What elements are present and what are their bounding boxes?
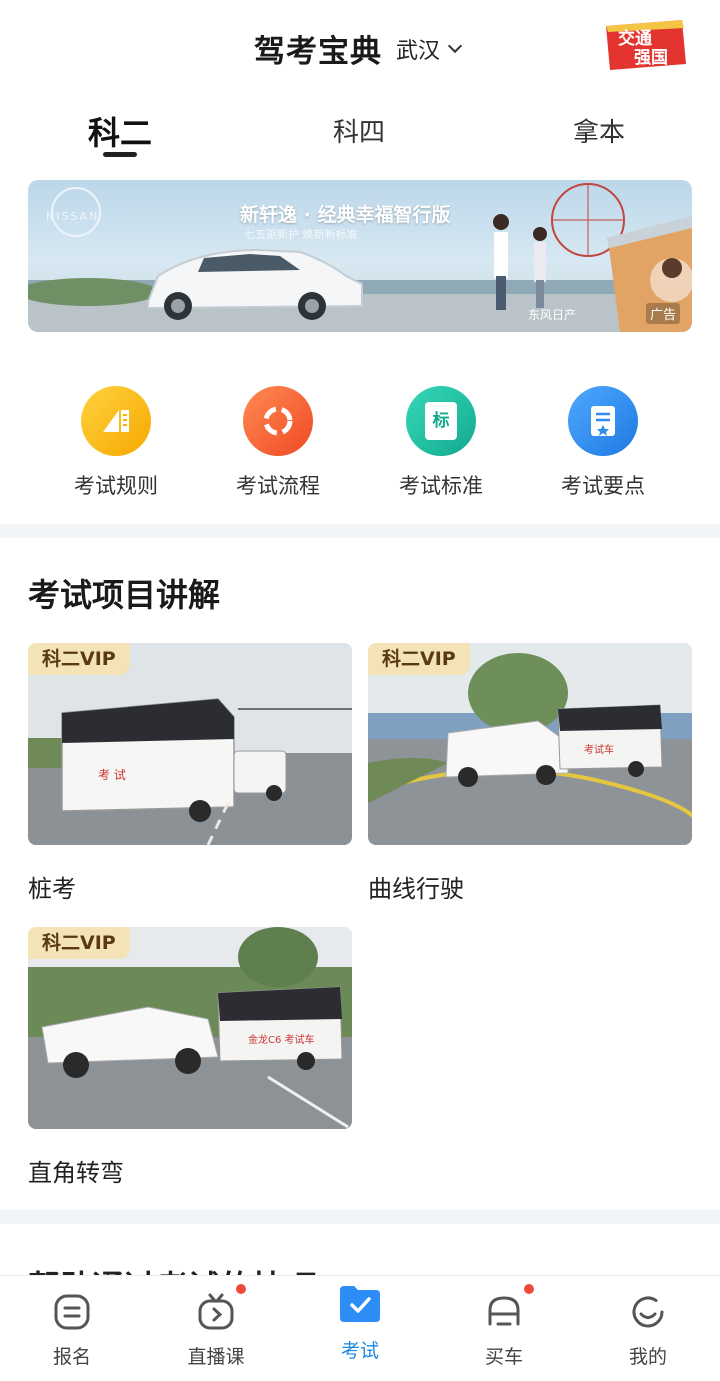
- key-points-icon: [568, 386, 638, 456]
- quick-link-exam-key-points[interactable]: 考试要点: [533, 386, 673, 500]
- tab-ke-er[interactable]: 科二: [88, 108, 152, 154]
- quick-link-label: 考试规则: [74, 474, 158, 498]
- vip-tag: 科二VIP: [368, 643, 470, 675]
- quick-link-label: 考试要点: [561, 474, 645, 498]
- svg-text:考 试: 考 试: [98, 767, 126, 782]
- flag-badge-icon: 交通 强国: [606, 20, 686, 70]
- chevron-down-icon: [447, 38, 463, 54]
- exam-item-label: 桩考: [28, 875, 76, 903]
- section-title: 考试项目讲解: [28, 576, 221, 614]
- quick-link-exam-standard[interactable]: 标 考试标准: [371, 386, 511, 500]
- subject-tabs: 科二 科四 拿本: [0, 104, 720, 164]
- live-tv-icon: [196, 1282, 248, 1332]
- nav-label: 报名: [52, 1346, 91, 1368]
- exam-item-card-curve[interactable]: 考试车 科二VIP 曲线行驶: [368, 643, 692, 904]
- tab-ke-si[interactable]: 科四: [333, 112, 385, 149]
- city-label: 武汉: [396, 39, 441, 64]
- quick-link-exam-rules[interactable]: 考试规则: [46, 386, 186, 500]
- quick-link-label: 考试标准: [399, 474, 483, 498]
- nav-profile[interactable]: 我的: [588, 1276, 708, 1369]
- section-divider: [0, 524, 720, 538]
- city-selector[interactable]: 武汉: [396, 33, 463, 65]
- brand-logo-text: NISSAN: [46, 210, 100, 223]
- exam-item-card-right-angle[interactable]: 金龙C6 考试车 科二VIP 直角转弯: [28, 927, 352, 1188]
- exam-item-image: 考试车 科二VIP: [368, 643, 692, 845]
- svg-text:考试车: 考试车: [584, 743, 614, 756]
- nav-label: 我的: [628, 1346, 667, 1368]
- standard-doc-icon: 标: [406, 386, 476, 456]
- nav-exam[interactable]: 考试: [300, 1276, 420, 1363]
- ad-banner[interactable]: 新轩逸 · 经典幸福智行版 七五驱新护 焕新新标准 NISSAN 东风日产 广告: [28, 180, 692, 332]
- profile-icon: [628, 1292, 668, 1332]
- exam-item-label: 曲线行驶: [368, 875, 464, 903]
- banner-headline: 新轩逸 · 经典幸福智行版: [240, 204, 451, 226]
- svg-text:金龙C6 考试车: 金龙C6 考试车: [248, 1033, 315, 1046]
- ad-label: 广告: [645, 303, 680, 324]
- vip-tag: 科二VIP: [28, 927, 130, 959]
- svg-text:强国: 强国: [634, 48, 668, 68]
- vip-tag: 科二VIP: [28, 643, 130, 675]
- nav-buy-car[interactable]: 买车: [444, 1276, 564, 1369]
- tab-na-ben[interactable]: 拿本: [573, 112, 625, 149]
- exam-item-image: 金龙C6 考试车 科二VIP: [28, 927, 352, 1129]
- nav-live-class[interactable]: 直播课: [156, 1276, 276, 1369]
- top-header: 驾考宝典 武汉 交通 强国: [0, 0, 720, 96]
- quick-link-exam-flow[interactable]: 考试流程: [208, 386, 348, 500]
- notification-dot: [234, 1282, 248, 1296]
- quick-links-row: 考试规则 考试流程 标 考试标准 考试要点: [0, 386, 720, 506]
- nav-label: 直播课: [187, 1346, 245, 1368]
- nav-signup[interactable]: 报名: [12, 1276, 132, 1369]
- nav-label: 考试: [340, 1340, 379, 1362]
- exam-item-label: 直角转弯: [28, 1159, 124, 1187]
- exam-folder-icon: [337, 1280, 383, 1326]
- bottom-nav: 报名 直播课 考试 买车 我的: [0, 1275, 720, 1381]
- car-icon: [484, 1282, 536, 1332]
- dealer-logo-text: 东风日产: [528, 308, 577, 322]
- app-title: 驾考宝典: [254, 34, 382, 70]
- exam-item-image: 考 试 科二VIP: [28, 643, 352, 845]
- section-divider: [0, 1210, 720, 1224]
- ruler-icon: [81, 386, 151, 456]
- flow-icon: [243, 386, 313, 456]
- exam-item-card-pile[interactable]: 考 试 科二VIP 桩考: [28, 643, 352, 904]
- svg-text:交通: 交通: [618, 28, 652, 49]
- quick-link-label: 考试流程: [236, 474, 320, 498]
- signup-icon: [52, 1292, 92, 1332]
- next-section-title-peek: 帮助通过考试的技巧: [28, 1262, 316, 1276]
- jiaotong-qiangguo-badge[interactable]: 交通 强国: [602, 18, 688, 72]
- active-tab-indicator: [103, 152, 137, 157]
- banner-subtitle: 七五驱新护 焕新新标准: [244, 228, 358, 241]
- nav-label: 买车: [484, 1346, 523, 1368]
- notification-dot: [522, 1282, 536, 1296]
